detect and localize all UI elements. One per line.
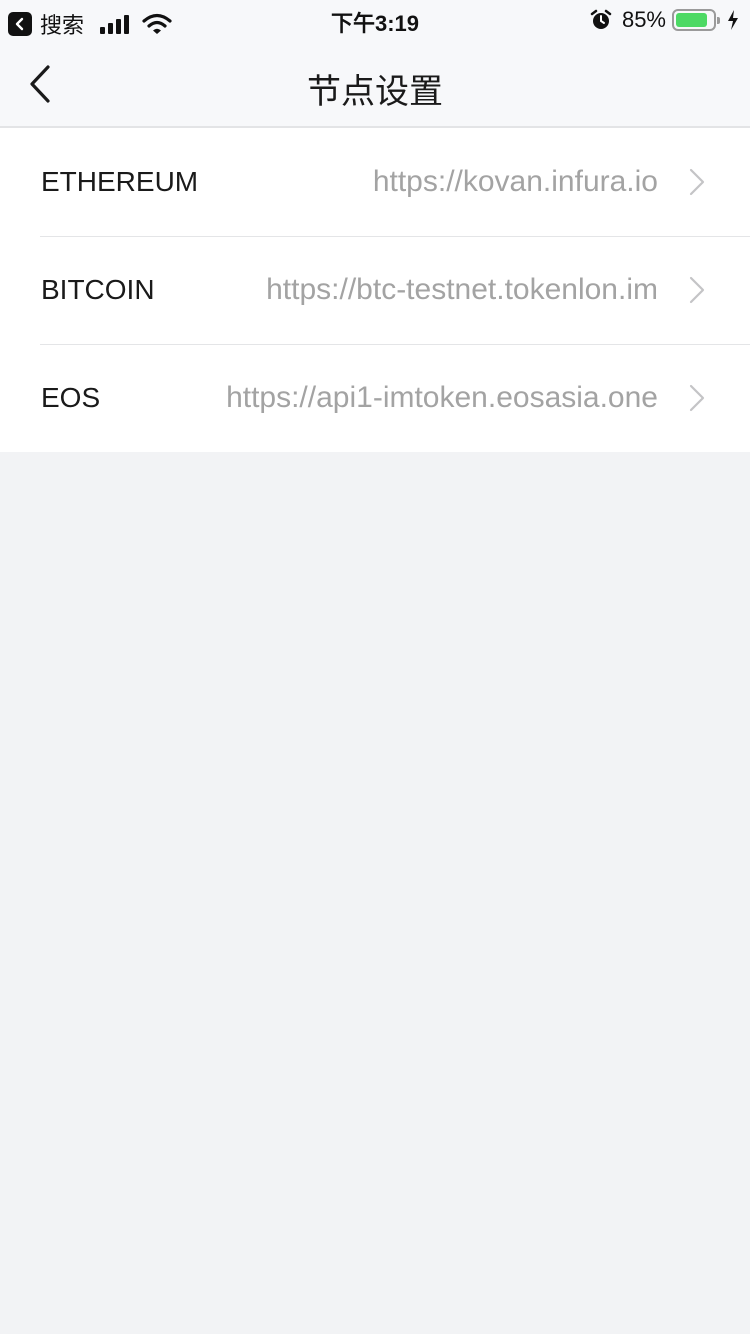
node-row-ethereum[interactable]: ETHEREUM https://kovan.infura.io — [0, 128, 750, 236]
page-title: 节点设置 — [307, 73, 443, 111]
node-label: BITCOIN — [41, 274, 155, 305]
node-url: https://kovan.infura.io — [372, 165, 658, 198]
battery-percent: 85% — [621, 7, 666, 32]
node-row-eos[interactable]: EOS https://api1-imtoken.eosasia.one — [0, 344, 750, 452]
chevron-right-icon — [689, 276, 705, 304]
node-label: ETHEREUM — [41, 166, 199, 197]
node-label: EOS — [41, 382, 101, 413]
battery-icon — [672, 9, 720, 31]
charging-icon — [728, 10, 738, 30]
status-right: 85% — [590, 7, 740, 33]
nav-bar: 节点设置 — [0, 40, 750, 128]
status-bar: 搜索 下午3:19 85% — [0, 0, 750, 40]
node-url: https://btc-testnet.tokenlon.im — [266, 273, 658, 306]
chevron-right-icon — [689, 384, 705, 412]
battery-fill — [676, 13, 707, 27]
node-row-bitcoin[interactable]: BITCOIN https://btc-testnet.tokenlon.im — [0, 236, 750, 344]
alarm-icon — [590, 9, 612, 29]
node-list: ETHEREUM https://kovan.infura.io BITCOIN… — [0, 128, 750, 452]
node-url: https://api1-imtoken.eosasia.one — [226, 381, 658, 414]
chevron-right-icon — [689, 168, 705, 196]
